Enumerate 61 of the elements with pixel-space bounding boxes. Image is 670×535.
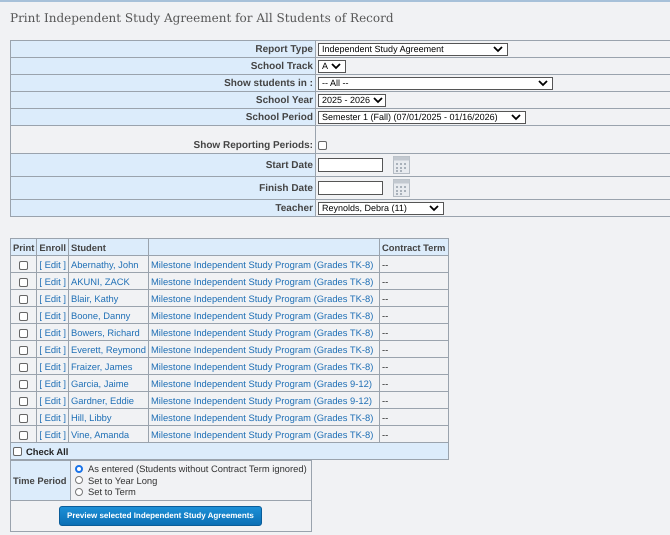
chevron-icon[interactable] [538, 80, 548, 86]
checkbox[interactable] [19, 430, 28, 440]
table-cell: -- [382, 360, 388, 372]
field-label: Report Type [255, 44, 313, 54]
dropdown[interactable]: -- All -- [318, 76, 553, 90]
date-field[interactable] [318, 158, 383, 172]
checkbox[interactable] [19, 380, 28, 388]
field-label: Time Period [13, 474, 66, 486]
radio-button[interactable] [75, 464, 83, 473]
field-label: School Period [246, 112, 313, 122]
table-cell: -- [382, 378, 388, 388]
chevron-icon[interactable] [429, 204, 439, 212]
table-cell: -- [382, 258, 388, 270]
dropdown[interactable]: A [318, 60, 346, 72]
chevron-icon[interactable] [331, 62, 342, 70]
dropdown[interactable]: Semester 1 (Fall) (07/01/2025 - 01/16/2026) [318, 110, 526, 124]
table-cell: -- [382, 326, 388, 338]
option-label: Set to Term [88, 486, 136, 498]
radio-button[interactable] [75, 476, 83, 484]
table-cell: -- [382, 276, 388, 286]
checkbox[interactable] [19, 294, 28, 304]
dropdown[interactable]: 2025 - 2026 [318, 94, 386, 106]
checkbox[interactable] [19, 278, 28, 286]
checkbox[interactable] [19, 414, 28, 422]
checkbox[interactable] [19, 328, 28, 338]
column-header: Print [13, 242, 34, 252]
preview-button[interactable]: Preview selected Independent Study Agreements [59, 506, 262, 526]
checkbox[interactable] [13, 447, 22, 456]
field-label: Finish Date [259, 182, 313, 194]
checkbox[interactable] [19, 260, 28, 270]
field-label: School Track [250, 60, 313, 72]
check-all-label: Check All [26, 446, 68, 457]
chevron-icon[interactable] [373, 96, 384, 104]
table-cell: -- [382, 292, 388, 304]
date-field[interactable] [318, 181, 383, 195]
checkbox[interactable] [19, 312, 28, 320]
column-header: Student [70, 242, 106, 252]
radio-button[interactable] [75, 488, 83, 496]
dropdown[interactable]: Reynolds, Debra (11) [318, 202, 444, 214]
checkbox[interactable] [19, 346, 28, 354]
column-header: Contract Term [382, 242, 446, 252]
column-header: Enroll [39, 242, 66, 252]
table-cell: -- [382, 394, 388, 406]
table-cell: -- [382, 310, 388, 320]
option-label: Set to Year Long [88, 474, 158, 486]
dropdown[interactable]: Independent Study Agreement [318, 42, 508, 56]
checkbox[interactable] [19, 362, 28, 372]
table-cell: -- [382, 344, 388, 354]
checkbox[interactable] [318, 140, 327, 150]
checkbox[interactable] [19, 396, 28, 406]
field-label: Show students in : [224, 78, 313, 88]
option-label: As entered (Students without Contract Term ignored) [88, 463, 307, 474]
chevron-icon[interactable] [493, 46, 503, 52]
field-label: Start Date [266, 160, 313, 170]
chevron-icon[interactable] [511, 114, 521, 120]
page-title: Print Independent Study Agreement for All Students of Record [10, 10, 395, 27]
field-label: Show Reporting Periods: [194, 140, 313, 151]
field-label: Teacher [275, 202, 313, 214]
table-cell: -- [382, 428, 388, 440]
field-label: School Year [256, 94, 313, 106]
table-cell: -- [382, 412, 388, 422]
